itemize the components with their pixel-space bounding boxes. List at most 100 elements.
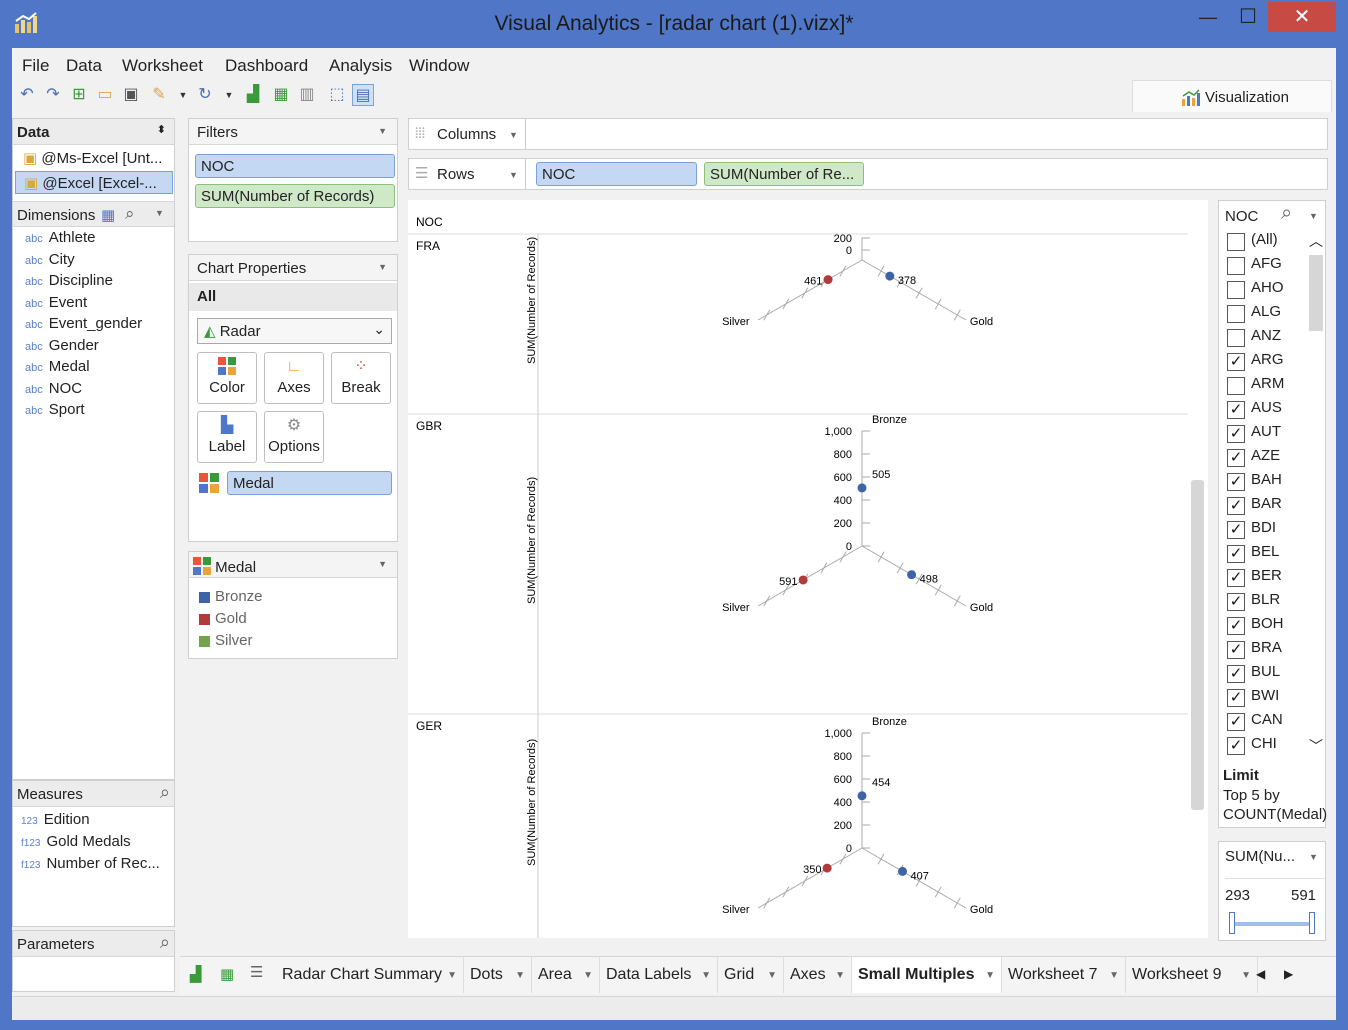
dimension-item[interactable]: abc NOC — [25, 380, 82, 397]
data-point-silver[interactable] — [798, 575, 808, 585]
brush-icon[interactable]: ✎ — [148, 84, 170, 106]
checkbox[interactable] — [1227, 257, 1245, 275]
dropdown-icon[interactable]: ▼ — [447, 970, 457, 981]
checkbox[interactable] — [1227, 281, 1245, 299]
noc-checkbox-row[interactable]: ✓ BER — [1219, 567, 1303, 591]
sheet-tab[interactable]: Grid ▼ — [718, 957, 784, 993]
noc-checkbox-row[interactable]: ARM — [1219, 375, 1303, 399]
range-slider-max-handle[interactable] — [1309, 912, 1315, 934]
new-dashboard-icon[interactable]: ▦ — [220, 965, 234, 983]
checkbox[interactable]: ✓ — [1227, 737, 1245, 755]
checkbox[interactable]: ✓ — [1227, 497, 1245, 515]
noc-checkbox-row[interactable]: ✓ CAN — [1219, 711, 1303, 735]
checkbox[interactable]: ✓ — [1227, 521, 1245, 539]
dropdown-icon[interactable]: ▼ — [515, 970, 525, 981]
noc-checkbox-row[interactable]: ✓ BEL — [1219, 543, 1303, 567]
dropdown-icon[interactable]: ▼ — [985, 970, 995, 981]
search-icon[interactable]: ⌕ — [160, 782, 170, 803]
data-point-bronze[interactable] — [857, 791, 867, 801]
break-button[interactable]: ⁘ Break — [331, 352, 391, 404]
search-icon[interactable]: ⌕ — [160, 932, 170, 953]
menu-data[interactable]: Data — [66, 56, 102, 76]
dimension-item[interactable]: abc Athlete — [25, 229, 95, 246]
noc-checkbox-row[interactable]: ✓ BLR — [1219, 591, 1303, 615]
sheet-tab[interactable]: Worksheet 7 ▼ — [1002, 957, 1126, 993]
data-point-gold[interactable] — [907, 570, 917, 580]
noc-checkbox-row[interactable]: AFG — [1219, 255, 1303, 279]
noc-checkbox-row[interactable]: ✓ ARG — [1219, 351, 1303, 375]
checkbox[interactable]: ✓ — [1227, 689, 1245, 707]
menu-file[interactable]: File — [22, 56, 49, 76]
undo-icon[interactable]: ↶ — [16, 84, 38, 106]
close-button[interactable]: ✕ — [1268, 2, 1336, 32]
noc-checkbox-row[interactable]: ✓ AZE — [1219, 447, 1303, 471]
checkbox[interactable]: ✓ — [1227, 425, 1245, 443]
data-point-bronze[interactable] — [857, 483, 867, 493]
noc-checkbox-row[interactable]: ALG — [1219, 303, 1303, 327]
dropdown-icon[interactable]: ▼ — [1241, 970, 1251, 981]
checkbox[interactable]: ✓ — [1227, 473, 1245, 491]
checkbox[interactable]: ✓ — [1227, 353, 1245, 371]
noc-checkbox-row[interactable]: ✓ BWI — [1219, 687, 1303, 711]
sheet-tab[interactable]: Dots ▼ — [464, 957, 532, 993]
noc-checkbox-row[interactable]: ✓ AUS — [1219, 399, 1303, 423]
refresh-icon[interactable]: ↻ — [194, 84, 216, 106]
checkbox[interactable]: ✓ — [1227, 401, 1245, 419]
chart-scrollbar[interactable] — [1191, 480, 1204, 810]
dimension-item[interactable]: abc Event — [25, 294, 87, 311]
noc-checkbox-row[interactable]: (All) — [1219, 231, 1303, 255]
search-icon[interactable]: ⌕ — [125, 204, 135, 224]
chevron-up-icon[interactable]: ︿ — [1309, 231, 1323, 251]
sheet-tab[interactable]: Radar Chart Summary ▼ — [276, 957, 464, 993]
checkbox[interactable] — [1227, 233, 1245, 251]
checkbox[interactable]: ✓ — [1227, 641, 1245, 659]
dropdown-icon[interactable]: ▼ — [509, 130, 518, 140]
dropdown-icon[interactable]: ▼ — [218, 84, 240, 106]
filter-pill-sum-records[interactable]: SUM(Number of Records) — [195, 184, 395, 208]
data-point-gold[interactable] — [885, 271, 895, 281]
data-point-silver[interactable] — [823, 275, 833, 285]
checkbox[interactable]: ✓ — [1227, 569, 1245, 587]
legend-item[interactable]: Bronze — [199, 588, 263, 605]
measure-item[interactable]: 123 Edition — [21, 811, 90, 828]
checkbox[interactable]: ✓ — [1227, 545, 1245, 563]
open-icon[interactable]: ▭ — [94, 84, 116, 106]
label-button[interactable]: ▙ Label — [197, 411, 257, 463]
rows-pill-noc[interactable]: NOC — [536, 162, 697, 186]
tab-visualization[interactable]: Visualization — [1132, 80, 1332, 112]
dropdown-icon[interactable]: ▼ — [767, 970, 777, 981]
rows-shelf[interactable]: ☰ Rows ▼ NOC SUM(Number of Re... — [408, 158, 1328, 190]
dimension-item[interactable]: abc City — [25, 251, 75, 268]
checkbox[interactable]: ✓ — [1227, 449, 1245, 467]
noc-checkbox-row[interactable]: AHO — [1219, 279, 1303, 303]
dropdown-icon[interactable]: ▼ — [835, 970, 845, 981]
axes-button[interactable]: ∟ Axes — [264, 352, 324, 404]
scroll-thumb[interactable] — [1309, 255, 1323, 331]
chart-grid-icon[interactable]: ▦ — [270, 84, 292, 106]
dropdown-icon[interactable]: ▼ — [172, 84, 194, 106]
sheet-tab[interactable]: Small Multiples ▼ — [852, 957, 1002, 993]
checkbox[interactable] — [1227, 377, 1245, 395]
measure-item[interactable]: f123 Gold Medals — [21, 833, 131, 850]
chevron-down-icon[interactable]: ﹀ — [1309, 736, 1323, 756]
dimension-item[interactable]: abc Sport — [25, 401, 85, 418]
dropdown-icon[interactable]: ▼ — [583, 970, 593, 981]
checkbox[interactable]: ✓ — [1227, 617, 1245, 635]
chart-bar-icon[interactable]: ▥ — [296, 84, 318, 106]
dimension-item[interactable]: abc Medal — [25, 358, 90, 375]
rows-pill-sum-records[interactable]: SUM(Number of Re... — [704, 162, 864, 186]
menu-analysis[interactable]: Analysis — [329, 56, 392, 76]
filter-pill-noc[interactable]: NOC — [195, 154, 395, 178]
dropdown-icon[interactable]: ▼ — [1109, 970, 1119, 981]
range-slider-min-handle[interactable] — [1229, 912, 1235, 934]
table-icon[interactable]: ▦ — [101, 206, 115, 224]
dimension-item[interactable]: abc Gender — [25, 337, 99, 354]
sort-icon[interactable]: ⬍ — [157, 123, 166, 136]
color-field-pill[interactable]: Medal — [227, 471, 392, 495]
search-icon[interactable]: ⌕ — [1281, 202, 1292, 225]
minimize-button[interactable]: — — [1190, 2, 1226, 34]
tab-scroll-right-icon[interactable]: ▶ — [1284, 967, 1293, 981]
noc-checkbox-row[interactable]: ✓ BAH — [1219, 471, 1303, 495]
noc-checkbox-row[interactable]: ✓ BAR — [1219, 495, 1303, 519]
tab-scroll-left-icon[interactable]: ◀ — [1256, 967, 1265, 981]
